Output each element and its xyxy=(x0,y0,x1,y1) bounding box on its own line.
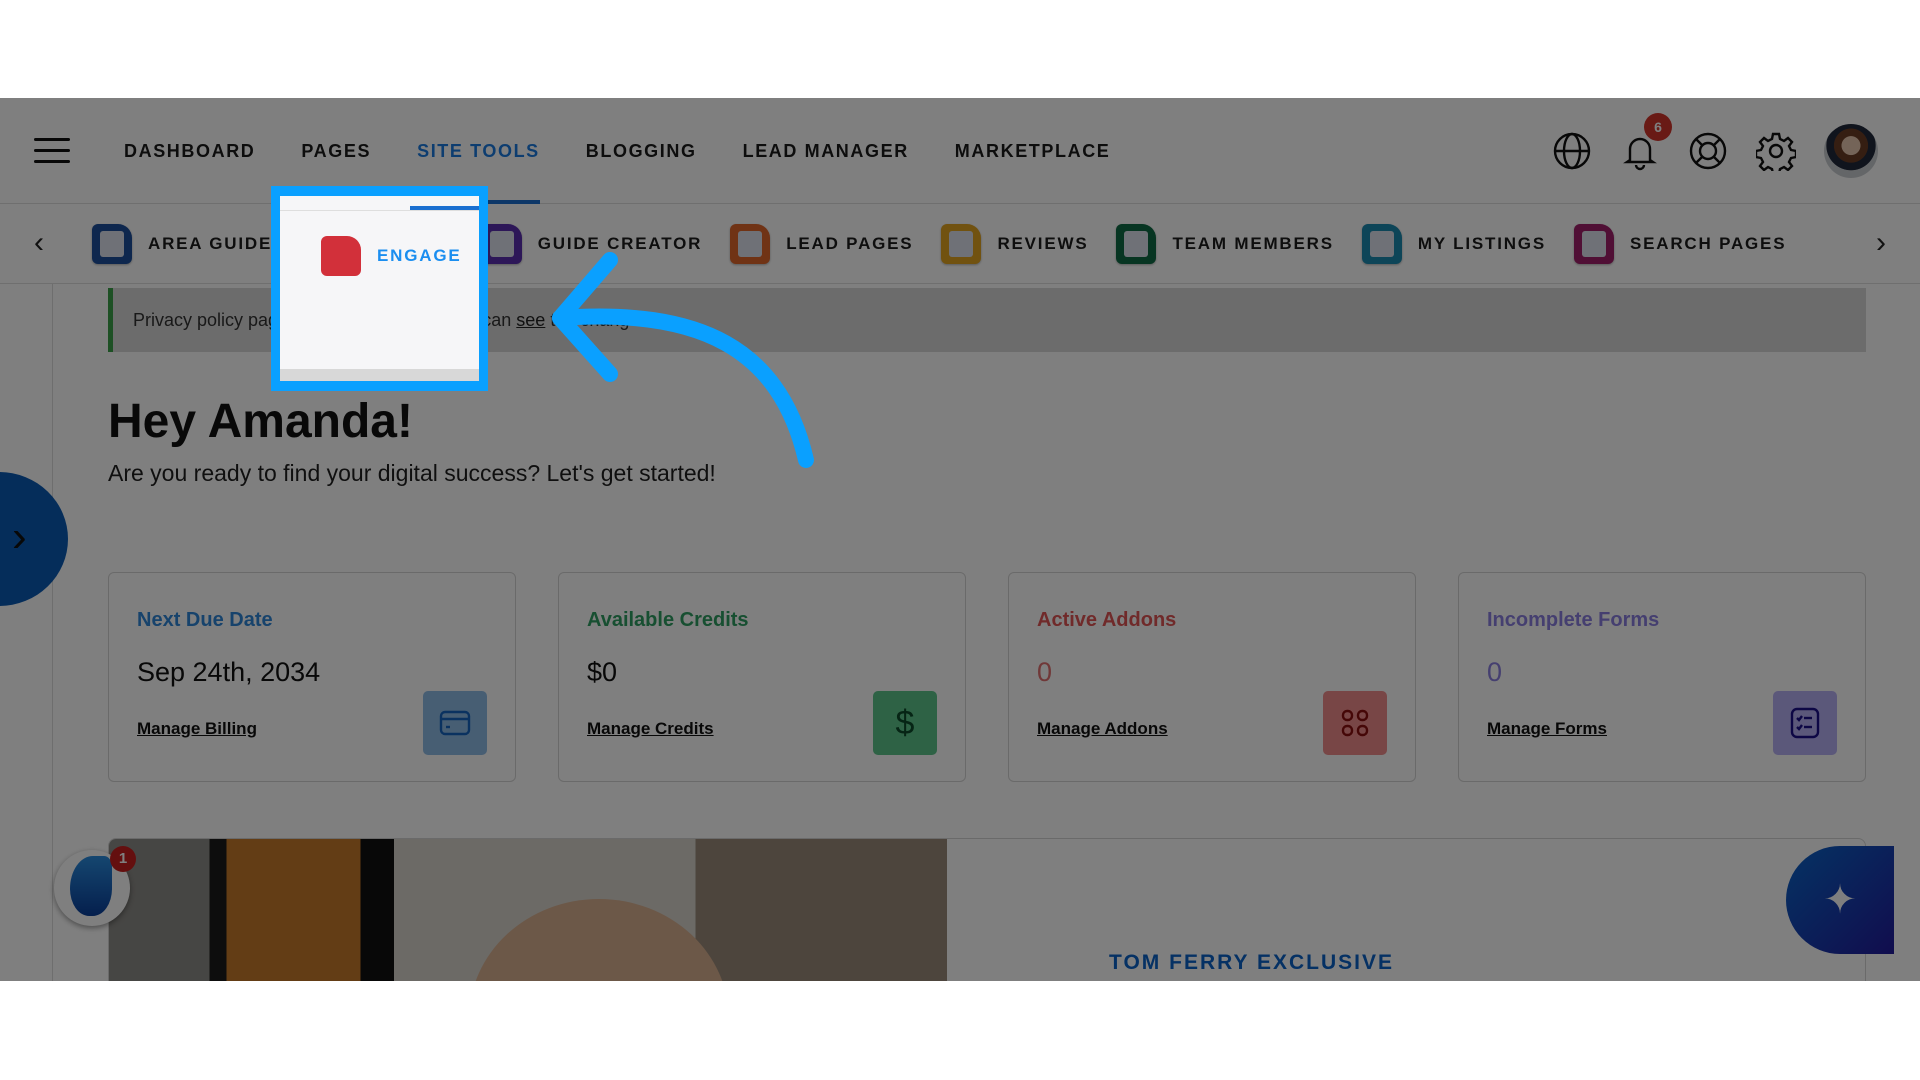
chevron-right-icon: › xyxy=(12,512,27,561)
subtab-team-members[interactable]: TEAM MEMBERS xyxy=(1116,204,1333,284)
card-available-credits: Available Credits $0 Manage Credits $ xyxy=(558,572,966,782)
page-subtitle: Are you ready to find your digital succe… xyxy=(108,460,716,486)
card-value: $0 xyxy=(587,657,618,687)
notice-see-link[interactable]: see xyxy=(516,310,545,330)
manage-billing-link[interactable]: Manage Billing xyxy=(137,719,257,739)
summary-cards: Next Due Date Sep 24th, 2034 Manage Bill… xyxy=(108,572,1866,782)
card-title: Incomplete Forms xyxy=(1487,609,1660,631)
subtab-label: TEAM MEMBERS xyxy=(1172,234,1334,253)
subtab-reviews[interactable]: REVIEWS xyxy=(941,204,1088,284)
manage-credits-link[interactable]: Manage Credits xyxy=(587,719,714,739)
manage-addons-link[interactable]: Manage Addons xyxy=(1037,719,1168,739)
tutorial-spotlight: ENGAGE xyxy=(271,186,488,391)
flame-icon xyxy=(70,856,112,916)
top-icons: 6 xyxy=(1524,98,1920,204)
bell-icon[interactable]: 6 xyxy=(1620,113,1672,171)
user-avatar[interactable] xyxy=(1824,124,1878,178)
subtab-lead-pages[interactable]: LEAD PAGES xyxy=(730,204,913,284)
subtab-label: LEAD PAGES xyxy=(786,234,914,253)
highlighted-engage-tab[interactable]: ENGAGE xyxy=(280,196,479,381)
card-value: 0 xyxy=(1037,657,1053,687)
sparkle-icon[interactable]: ✦ xyxy=(1786,846,1894,954)
subtab-label: GUIDE CREATOR xyxy=(537,234,703,253)
flame-widget-button[interactable]: 1 xyxy=(54,846,136,926)
gear-icon[interactable] xyxy=(1754,131,1798,176)
search-pages-icon xyxy=(1573,224,1614,264)
my-listings-icon xyxy=(1361,224,1402,264)
card-title: Available Credits xyxy=(587,609,749,631)
subtab-label: REVIEWS xyxy=(997,234,1089,253)
area-guide-icon xyxy=(92,224,132,264)
grid-icon[interactable] xyxy=(1323,691,1387,755)
subtab-guide-creator[interactable]: GUIDE CREATOR xyxy=(481,204,703,284)
reviews-icon xyxy=(941,224,982,264)
manage-forms-link[interactable]: Manage Forms xyxy=(1487,719,1607,739)
team-members-icon xyxy=(1116,224,1157,264)
nav-blogging[interactable]: BLOGGING xyxy=(586,98,697,204)
chevron-right-icon[interactable]: › xyxy=(1866,228,1896,260)
subtab-engage-highlighted[interactable]: ENGAGE xyxy=(321,236,461,276)
chevron-left-icon[interactable]: ‹ xyxy=(24,228,54,260)
card-title: Active Addons xyxy=(1037,609,1177,631)
subtab-search-pages[interactable]: SEARCH PAGES xyxy=(1573,204,1787,284)
nav-lead-manager[interactable]: LEAD MANAGER xyxy=(743,98,909,204)
page-title: Hey Amanda! xyxy=(108,395,413,448)
promo-title: TOM FERRY EXCLUSIVE xyxy=(1109,951,1394,974)
credit-card-icon[interactable] xyxy=(423,691,487,755)
promo-banner: TOM FERRY EXCLUSIVE xyxy=(108,838,1866,981)
card-value: Sep 24th, 2034 xyxy=(137,657,321,687)
subtab-label: ENGAGE xyxy=(377,246,462,265)
lead-pages-icon xyxy=(730,224,771,264)
dollar-icon[interactable]: $ xyxy=(873,691,937,755)
card-value: 0 xyxy=(1487,657,1503,687)
notification-badge: 6 xyxy=(1644,113,1672,141)
sidebar-expand-button[interactable]: › xyxy=(0,472,68,606)
card-active-addons: Active Addons 0 Manage Addons xyxy=(1008,572,1416,782)
notice-text-end: the changes. xyxy=(545,310,654,330)
subtab-label: AREA GUIDES xyxy=(148,234,286,253)
checklist-icon[interactable] xyxy=(1773,691,1837,755)
engage-icon xyxy=(321,236,361,276)
subtab-label: MY LISTINGS xyxy=(1417,234,1546,253)
card-incomplete-forms: Incomplete Forms 0 Manage Forms xyxy=(1458,572,1866,782)
nav-dashboard[interactable]: DASHBOARD xyxy=(124,98,255,204)
hamburger-icon[interactable] xyxy=(34,138,70,164)
card-title: Next Due Date xyxy=(137,609,273,631)
subtab-label: SEARCH PAGES xyxy=(1629,234,1787,253)
flame-badge: 1 xyxy=(110,846,136,872)
app-viewport: DASHBOARD PAGES SITE TOOLS BLOGGING LEAD… xyxy=(0,98,1920,981)
globe-icon[interactable] xyxy=(1552,131,1592,171)
promo-photo xyxy=(109,839,947,981)
subtab-my-listings[interactable]: MY LISTINGS xyxy=(1361,204,1546,284)
help-lifebuoy-icon[interactable] xyxy=(1688,131,1728,171)
sidebar-divider xyxy=(52,284,53,981)
card-next-due-date: Next Due Date Sep 24th, 2034 Manage Bill… xyxy=(108,572,516,782)
subtab-area-guides[interactable]: AREA GUIDES xyxy=(92,204,285,284)
nav-marketplace[interactable]: MARKETPLACE xyxy=(955,98,1111,204)
